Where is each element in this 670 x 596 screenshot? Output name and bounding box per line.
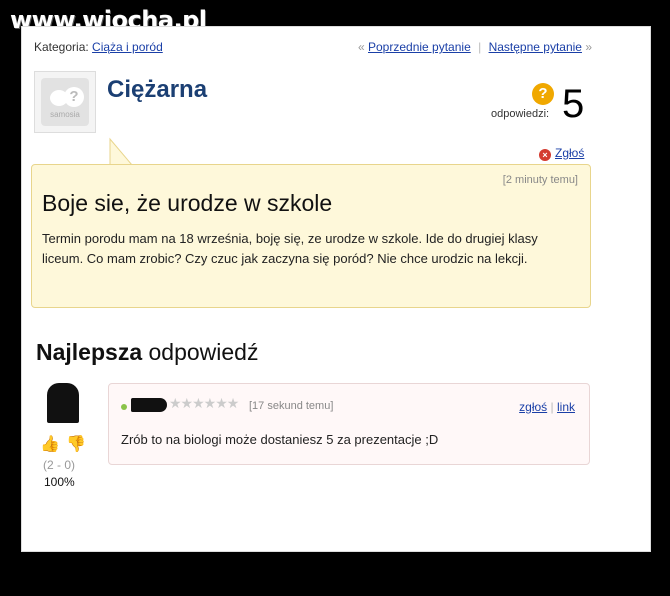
online-status-icon xyxy=(121,404,127,410)
answerer-avatar[interactable] xyxy=(47,383,79,423)
best-answer-heading: Najlepsza odpowiedź xyxy=(36,339,258,366)
nav-left-quote: « xyxy=(357,40,365,54)
thumb-down-icon[interactable]: 👎 xyxy=(66,436,86,453)
question-nav: « Poprzednie pytanie | Następne pytanie … xyxy=(358,40,592,54)
asker-name[interactable]: Ciężarna xyxy=(107,76,207,104)
nav-separator: | xyxy=(478,40,482,54)
redacted-username xyxy=(131,398,167,412)
answers-count: 5 xyxy=(562,82,585,126)
next-question-link[interactable]: Następne pytanie xyxy=(489,40,582,54)
asker-avatar[interactable]: ? samosia xyxy=(34,71,96,133)
question-title: Boje sie, że urodze w szkole xyxy=(42,190,333,216)
white-smudge xyxy=(552,515,650,551)
rating-stars-icon: ★★★★★★ xyxy=(169,395,239,411)
report-icon: × xyxy=(539,149,551,161)
thumb-up-icon[interactable]: 👍 xyxy=(40,436,60,453)
prev-question-link[interactable]: Poprzednie pytanie xyxy=(368,40,471,54)
answer-actions-separator: | xyxy=(550,400,554,414)
report-question-button[interactable]: × Zgłoś xyxy=(539,146,584,161)
question-body: Termin porodu mam na 18 września, boję s… xyxy=(42,231,538,266)
answer-actions: zgłoś | link xyxy=(519,400,575,414)
avatar-image: ? samosia xyxy=(41,78,89,126)
category-link[interactable]: Ciąża i poród xyxy=(92,40,163,54)
question-box: [2 minuty temu] Boje sie, że urodze w sz… xyxy=(31,164,591,308)
question-bubble-icon: ? xyxy=(64,87,84,107)
qa-page: Kategoria: Ciąża i poród « Poprzednie py… xyxy=(21,26,651,552)
vote-percent: 100% xyxy=(44,475,75,489)
answers-label: odpowiedzi: xyxy=(491,108,550,120)
best-answer-heading-bold: Najlepsza xyxy=(36,339,143,365)
vote-count: (2 - 0) xyxy=(43,458,76,472)
avatar-label: samosia xyxy=(50,110,80,119)
report-question-link[interactable]: Zgłoś xyxy=(555,146,584,160)
nav-right-quote: » xyxy=(585,40,592,54)
answer-time: [17 sekund temu] xyxy=(249,400,334,412)
question-icon: ? xyxy=(532,83,554,105)
question-time: [2 minuty temu] xyxy=(502,174,578,186)
report-answer-link[interactable]: zgłoś xyxy=(519,400,547,414)
best-answer-heading-rest: odpowiedź xyxy=(148,339,259,365)
breadcrumb-label: Kategoria: xyxy=(34,40,89,54)
answer-box: ★★★★★★ [17 sekund temu] zgłoś | link Zró… xyxy=(108,383,590,465)
breadcrumb: Kategoria: Ciąża i poród xyxy=(34,40,163,54)
answer-permalink[interactable]: link xyxy=(557,400,575,414)
vote-buttons: 👍 👎 xyxy=(40,434,86,454)
question-bubble-tail xyxy=(109,137,133,166)
answer-text: Zrób to na biologi może dostaniesz 5 za … xyxy=(121,432,439,447)
